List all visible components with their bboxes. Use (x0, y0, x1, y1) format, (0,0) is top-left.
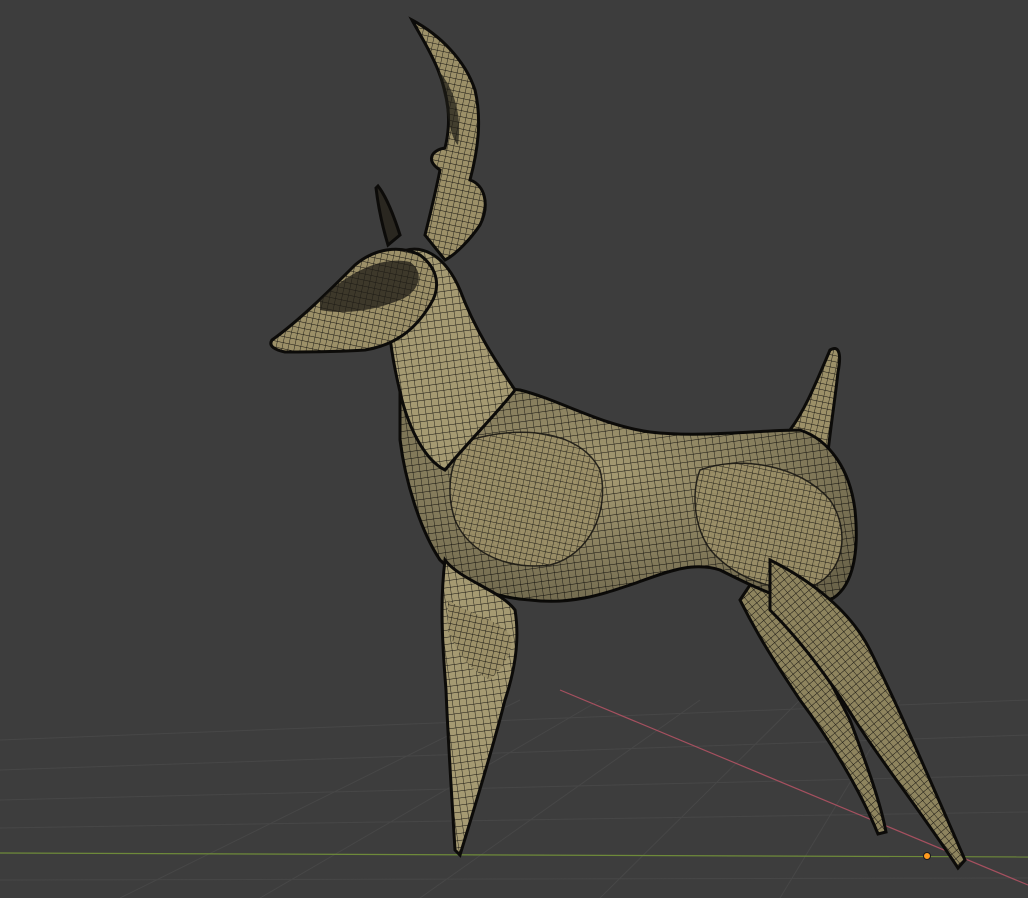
object-origin-dot[interactable] (923, 852, 931, 860)
3d-viewport[interactable] (0, 0, 1028, 898)
viewport-canvas[interactable] (0, 0, 1028, 898)
